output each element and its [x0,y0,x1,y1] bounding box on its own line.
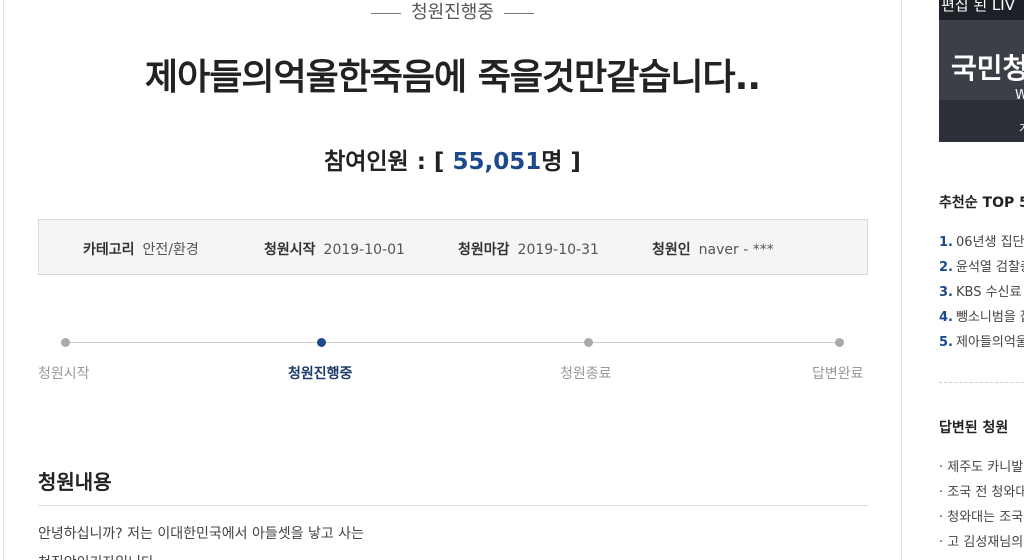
rank-number: 2. [939,260,953,275]
rank-number: 5. [939,335,953,350]
participants-label: 참여인원 : [ [324,149,453,175]
answered-item[interactable]: · 제주도 카니발 [939,456,1023,475]
top5-item[interactable]: 4.뺑소니범을 잡 [939,306,1024,325]
top5-item[interactable]: 2.윤석열 검찰총 [939,256,1024,275]
sidebar: 편집 된 LIV 국민청 W 가 추천순 TOP 5 1.06년생 집단 2.윤… [905,0,1024,560]
live-banner[interactable]: 편집 된 LIV 국민청 W 가 [939,0,1024,142]
top5-item[interactable]: 1. 06년생 집단 [939,231,1024,250]
rank-number: 3. [939,285,953,300]
participants-unit: 명 ] [541,149,581,175]
rank-text: KBS 수신료 [955,285,1022,300]
category-value: 안전/환경 [142,242,199,258]
start-label: 청원시작 [264,242,316,258]
participants-count: 참여인원 : [ 55,051명 ] [0,142,905,176]
author-label: 청원인 [652,242,691,258]
author-value: naver - *** [698,242,774,258]
step-label-closed: 청원종료 [560,366,612,382]
rank-number: 4. [939,310,953,325]
banner-sub-text: W [1015,88,1024,103]
answered-heading: 답변된 청원 [939,420,1009,436]
rank-text: 제아들의억울 [955,335,1024,350]
content-line: 안녕하십니까? 저는 이대한민국에서 아들셋을 낳고 사는 [38,526,364,542]
end-value: 2019-10-31 [517,242,599,258]
top5-item[interactable]: 3. KBS 수신료 [939,281,1021,300]
step-dot-in-progress [317,338,326,347]
banner-shade [939,100,1024,142]
petition-info-box: 카테고리 안전/환경 청원시작 2019-10-01 청원마감 2019-10-31 … [38,219,868,275]
info-end-date: 청원마감 2019-10-31 [458,239,599,259]
participants-number: 55,051 [452,149,542,175]
info-author: 청원인 naver - *** [652,239,774,259]
step-dot-closed [584,338,593,347]
rank-text: 뺑소니범을 잡 [955,310,1024,325]
content-line: 천진안이기자입니다 [38,552,154,560]
status-badge: 청원진행중 [411,2,494,23]
info-start-date: 청원시작 2019-10-01 [264,239,405,259]
sidebar-divider [939,382,1024,383]
petition-status-header: 청원진행중 [0,0,905,24]
answered-item[interactable]: · 고 김성재님의 [939,531,1023,550]
banner-top-text: 편집 된 LIV [941,0,1015,14]
answered-item[interactable]: · 청와대는 조국 [939,506,1023,525]
end-label: 청원마감 [458,242,510,258]
petition-title: 제아들의억울한죽음에 죽을것만같습니다.. [144,57,761,98]
category-label: 카테고리 [83,242,135,258]
content-heading: 청원내용 [38,470,112,494]
step-label-start: 청원시작 [38,366,90,382]
rank-text: 06년생 집단 [955,235,1024,250]
top5-heading: 추천순 TOP 5 [939,195,1024,211]
rank-text: 윤석열 검찰총 [955,260,1024,275]
step-label-answered: 답변완료 [812,366,864,382]
top5-item[interactable]: 5. 제아들의억울 [939,331,1024,350]
banner-sub-text-2: 가 [1019,120,1024,136]
step-label-in-progress: 청원진행중 [288,366,353,382]
answered-item[interactable]: · 조국 전 청와대 [939,481,1024,500]
status-left-dash [371,12,402,14]
rank-number: 1. [939,235,953,250]
progress-track [65,342,840,343]
info-category: 카테고리 안전/환경 [83,239,199,259]
status-right-dash [503,12,534,14]
start-value: 2019-10-01 [323,242,405,258]
content-divider [38,505,868,506]
banner-main-text: 국민청 [951,52,1024,85]
step-dot-start [61,338,70,347]
step-dot-answered [835,338,844,347]
